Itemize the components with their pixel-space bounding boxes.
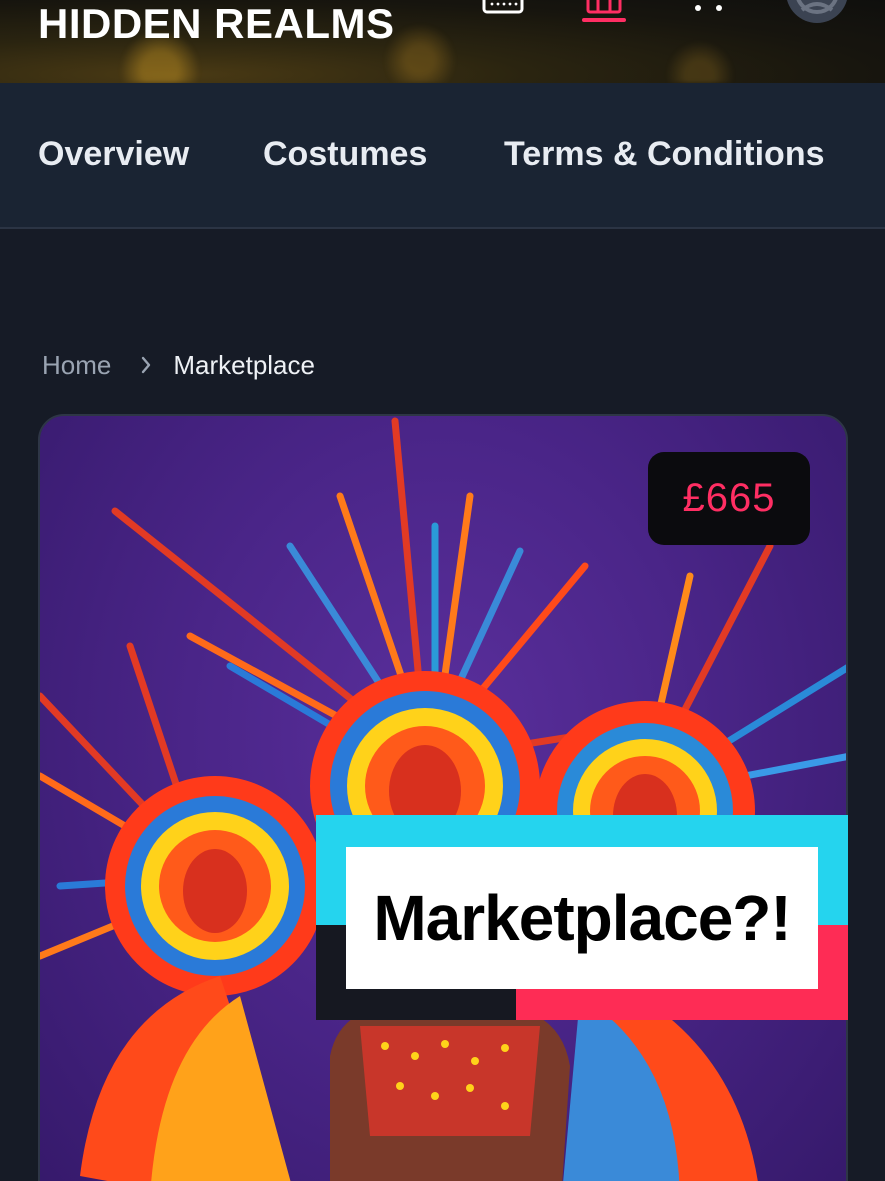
breadcrumb-home-link[interactable]: Home	[42, 350, 111, 381]
tab-overview[interactable]: Overview	[38, 135, 189, 174]
tab-costumes[interactable]: Costumes	[263, 135, 427, 174]
tab-terms-and-conditions[interactable]: Terms & Conditions	[504, 135, 825, 174]
avatar-icon[interactable]	[784, 0, 850, 26]
top-header: HIDDEN REALMS	[0, 0, 885, 83]
store-icon[interactable]	[580, 0, 628, 24]
chevron-right-icon	[141, 350, 151, 381]
caption-text: Marketplace?!	[346, 847, 818, 989]
breadcrumb: Home Marketplace	[42, 350, 315, 381]
price-badge: £665	[648, 452, 810, 545]
section-nav: Overview Costumes Terms & Conditions	[0, 83, 885, 229]
video-caption-overlay: Marketplace?!	[316, 815, 848, 1020]
brand-logo-text[interactable]: HIDDEN REALMS	[38, 0, 395, 48]
breadcrumb-current: Marketplace	[173, 350, 315, 380]
more-dots-icon[interactable]	[692, 2, 726, 14]
keyboard-icon[interactable]	[482, 0, 524, 16]
